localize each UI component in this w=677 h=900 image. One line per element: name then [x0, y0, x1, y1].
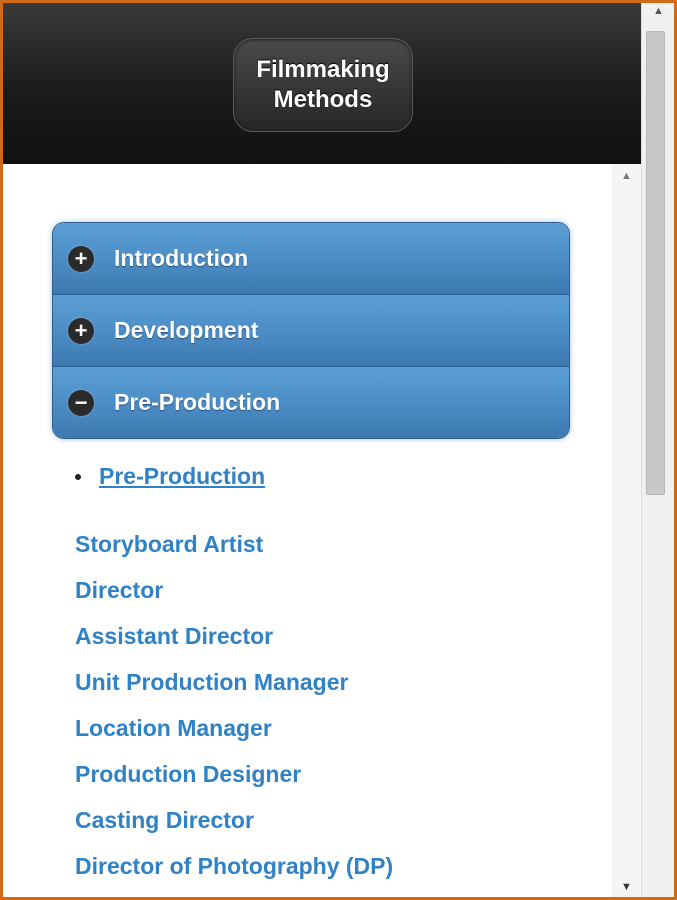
link-storyboard-artist[interactable]: Storyboard Artist [75, 529, 393, 575]
title-button[interactable]: Filmmaking Methods [233, 38, 413, 132]
bullet-list-item: Pre-Production [75, 463, 265, 490]
link-assistant-director[interactable]: Assistant Director [75, 621, 393, 667]
app-frame: Filmmaking Methods + Introduction + Deve… [0, 0, 677, 900]
link-casting-director[interactable]: Casting Director [75, 805, 393, 851]
link-location-manager[interactable]: Location Manager [75, 713, 393, 759]
pre-production-link[interactable]: Pre-Production [99, 463, 265, 490]
accordion-label: Development [114, 317, 259, 343]
scroll-down-arrow-icon[interactable]: ▼ [612, 881, 641, 893]
header-bar: Filmmaking Methods [3, 3, 641, 164]
plus-icon: + [68, 245, 94, 272]
inner-scrollbar[interactable]: ▲ ▼ [612, 164, 641, 897]
plus-icon: + [68, 317, 94, 344]
link-unit-production-manager[interactable]: Unit Production Manager [75, 667, 393, 713]
role-links: Storyboard Artist Director Assistant Dir… [75, 529, 393, 897]
link-director-of-photography[interactable]: Director of Photography (DP) [75, 851, 393, 897]
accordion-item-development[interactable]: + Development [53, 295, 569, 367]
link-director[interactable]: Director [75, 575, 393, 621]
accordion-label: Pre-Production [114, 389, 281, 415]
link-production-designer[interactable]: Production Designer [75, 759, 393, 805]
outer-scrollbar[interactable]: ▲ [641, 3, 674, 897]
scrollbar-thumb[interactable] [646, 31, 665, 495]
accordion-item-introduction[interactable]: + Introduction [53, 223, 569, 295]
accordion-menu: + Introduction + Development − Pre-Produ… [52, 222, 570, 439]
accordion-item-pre-production[interactable]: − Pre-Production [53, 367, 569, 438]
scroll-up-arrow-icon[interactable]: ▲ [612, 170, 641, 182]
accordion-label: Introduction [114, 245, 249, 271]
page-title: Filmmaking Methods [256, 56, 390, 113]
minus-icon: − [68, 389, 94, 416]
bullet-icon [75, 473, 81, 480]
scroll-up-arrow-icon[interactable]: ▲ [642, 5, 674, 23]
